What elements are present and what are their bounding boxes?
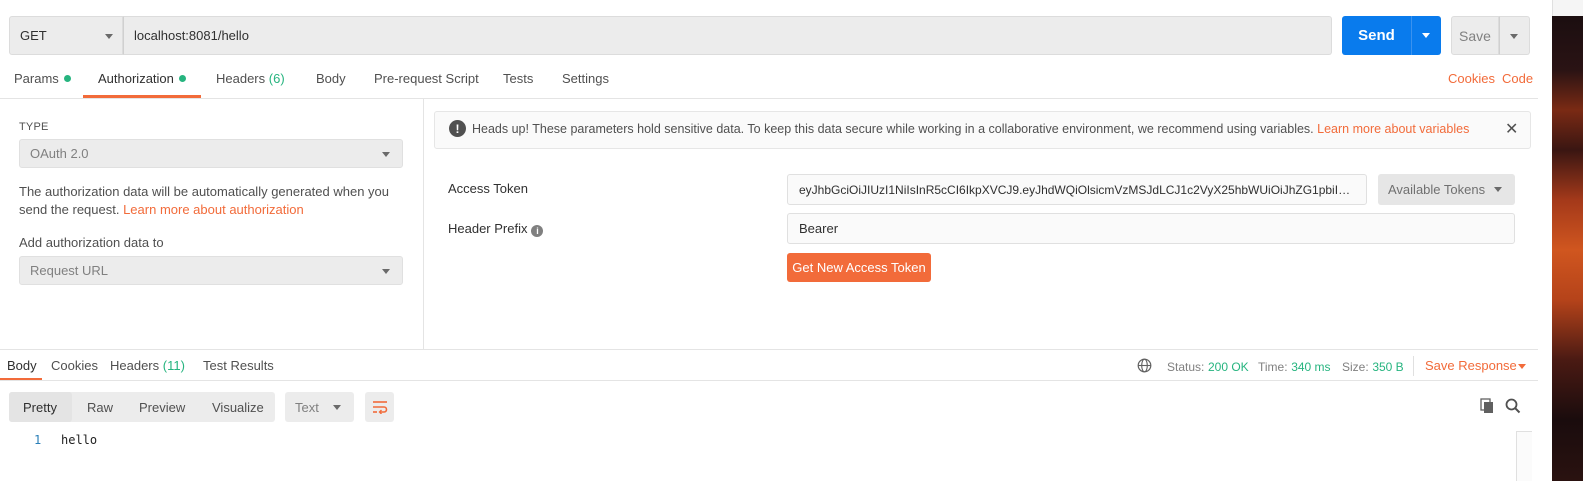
status-dot-icon [63, 75, 71, 82]
view-raw[interactable]: Raw [87, 392, 113, 422]
window-edge [1552, 0, 1583, 16]
status-label: Status: [1167, 360, 1205, 374]
url-value: localhost:8081/hello [134, 28, 249, 43]
response-tab-test-results[interactable]: Test Results [203, 358, 274, 373]
response-divider [0, 349, 1538, 350]
status-value: 200 OK [1207, 360, 1249, 374]
tab-label: Headers [216, 71, 266, 86]
info-icon[interactable]: i [531, 225, 544, 237]
copy-icon[interactable] [1479, 398, 1495, 414]
tab-label: Authorization [98, 71, 174, 86]
response-tabs-divider [0, 380, 1538, 381]
chevron-down-icon [105, 34, 113, 39]
tab-prerequest-script[interactable]: Pre-request Script [374, 71, 479, 99]
notice-text: Heads up! These parameters hold sensitiv… [472, 122, 1469, 136]
view-pretty[interactable]: Pretty [23, 392, 57, 422]
size-label: Size: [1342, 360, 1369, 374]
response-tab-cookies[interactable]: Cookies [51, 358, 98, 373]
tab-body[interactable]: Body [316, 71, 346, 99]
time-label: Time: [1258, 360, 1288, 374]
panel-divider [423, 99, 424, 349]
learn-more-variables-link[interactable]: Learn more about variables [1317, 122, 1469, 136]
response-tab-body[interactable]: Body [7, 358, 37, 373]
time-value: 340 ms [1291, 360, 1331, 374]
save-button[interactable]: Save [1451, 16, 1499, 55]
chevron-down-icon [1510, 34, 1518, 39]
header-prefix-input[interactable]: Bearer [787, 213, 1515, 244]
chevron-down-icon [333, 405, 341, 410]
globe-icon[interactable] [1137, 358, 1152, 373]
method-value: GET [20, 28, 47, 43]
method-select[interactable]: GET [9, 16, 123, 55]
tab-params[interactable]: Params [14, 71, 71, 99]
add-to-select[interactable]: Request URL [19, 256, 403, 285]
chevron-down-icon [1518, 364, 1526, 369]
wrap-icon [372, 401, 387, 414]
save-response-label: Save Response [1425, 358, 1517, 373]
auth-type-value: OAuth 2.0 [30, 146, 89, 161]
add-to-label: Add authorization data to [19, 235, 164, 250]
tab-tests[interactable]: Tests [503, 71, 533, 99]
save-options-button[interactable] [1499, 16, 1530, 55]
save-response-button[interactable]: Save Response [1425, 358, 1517, 373]
access-token-label: Access Token [448, 181, 528, 196]
format-value: Text [295, 399, 319, 415]
header-prefix-text: Header Prefix [448, 221, 528, 236]
header-prefix-value: Bearer [799, 221, 839, 236]
code-link[interactable]: Code [1502, 71, 1533, 99]
chevron-down-icon [1494, 187, 1502, 192]
wrap-lines-button[interactable] [365, 392, 394, 422]
url-input[interactable]: localhost:8081/hello [123, 16, 1332, 55]
search-icon[interactable] [1505, 398, 1521, 414]
available-tokens-label: Available Tokens [1388, 182, 1486, 197]
desktop-wallpaper [1552, 0, 1583, 481]
view-visualize[interactable]: Visualize [212, 392, 264, 422]
divider [0, 98, 1538, 99]
status-readout: Status: 200 OK [1167, 359, 1249, 374]
line-number: 1 [34, 433, 42, 447]
warning-icon: ! [449, 120, 466, 137]
view-preview[interactable]: Preview [139, 392, 185, 422]
type-label: TYPE [19, 121, 49, 133]
close-icon[interactable]: ✕ [1505, 119, 1518, 139]
size-value: 350 B [1372, 360, 1404, 374]
chevron-down-icon [382, 269, 390, 274]
auth-description: The authorization data will be automatic… [19, 183, 414, 219]
learn-more-authorization-link[interactable]: Learn more about authorization [123, 202, 304, 217]
available-tokens-select[interactable]: Available Tokens [1378, 174, 1515, 205]
size-readout: Size: 350 B [1342, 359, 1404, 374]
time-readout: Time: 340 ms [1258, 359, 1331, 374]
tab-label: Params [14, 71, 59, 86]
cookies-link[interactable]: Cookies [1448, 71, 1495, 99]
notice-message: Heads up! These parameters hold sensitiv… [472, 122, 1318, 136]
format-select[interactable]: Text [285, 392, 354, 422]
tab-headers[interactable]: Headers (6) [216, 71, 285, 99]
add-to-value: Request URL [30, 263, 109, 278]
scrollbar[interactable] [1516, 431, 1532, 481]
tab-count: (6) [268, 71, 285, 86]
status-dot-icon [178, 75, 186, 82]
tab-label: Headers [110, 358, 160, 373]
header-prefix-label: Header Prefix i [448, 221, 544, 237]
tab-settings[interactable]: Settings [562, 71, 609, 99]
divider [1413, 356, 1414, 376]
access-token-input[interactable]: eyJhbGciOiJIUzI1NiIsInR5cCI6IkpXVCJ9.eyJ… [787, 174, 1367, 205]
response-tab-headers[interactable]: Headers (11) [110, 358, 185, 373]
send-options-button[interactable] [1411, 16, 1441, 55]
code-line: hello [61, 433, 98, 447]
access-token-value: eyJhbGciOiJIUzI1NiIsInR5cCI6IkpXVCJ9.eyJ… [799, 182, 1355, 197]
chevron-down-icon [1422, 33, 1430, 38]
tab-count: (11) [162, 358, 185, 373]
send-button[interactable]: Send [1342, 16, 1411, 55]
get-new-access-token-button[interactable]: Get New Access Token [787, 253, 931, 282]
chevron-down-icon [382, 152, 390, 157]
auth-type-select[interactable]: OAuth 2.0 [19, 139, 403, 168]
